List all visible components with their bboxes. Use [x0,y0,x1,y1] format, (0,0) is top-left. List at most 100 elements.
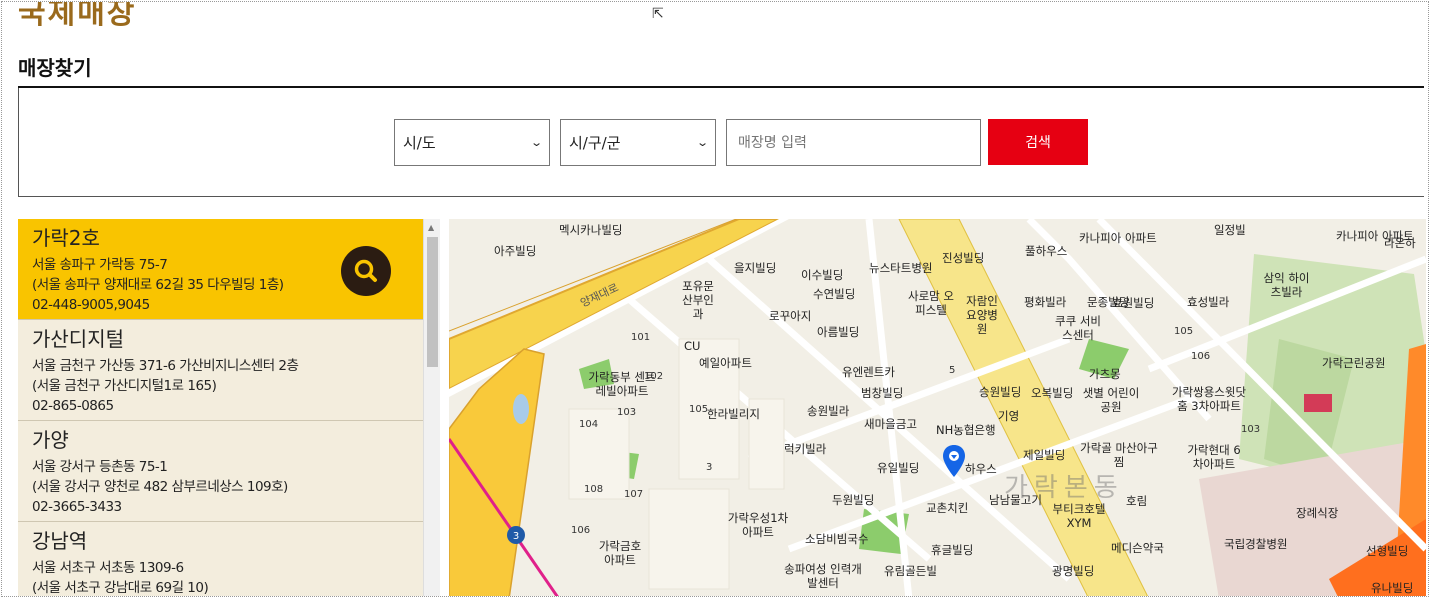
map-label: 예일아파트 [699,356,752,370]
map-block-number: 108 [584,484,604,495]
map-label: NH농협은행 [936,423,996,437]
map-label: 수연빌딩 [813,287,856,301]
map-block-number: 106 [571,525,591,536]
map-label: 두원빌딩 [832,493,875,507]
map-label: 가락골 마산아구찜 [1080,441,1158,469]
map-label: 라온하 [1384,236,1416,250]
map-label: CU [684,339,701,353]
map-label: 유일빌딩 [877,461,920,475]
map-block-number: 105 [689,404,709,415]
map-block-number: 103 [1241,424,1261,435]
store-map[interactable]: 3 양재대로 가락본동 멕시카나빌딩 아주빌딩 일정빌 카나피아 아파트 라온하… [449,219,1426,596]
gugun-select[interactable]: 시/구/군 ⌄ [560,119,716,166]
map-label: 효성빌라 [1187,295,1230,309]
map-label: 로꾸아지 [769,309,812,323]
map-block-number: 5 [949,365,956,376]
map-label: 유엔렌트카 [842,365,895,379]
map-label: 유림골든빌 [884,564,937,578]
map-label: 국립경찰병원 [1224,537,1288,551]
map-label: 오복빌딩 [1031,386,1074,400]
store-phone: 02-865-0865 [32,398,114,414]
map-label: 카나피아 아파트 [1079,231,1157,245]
map-label: 가락현대 6차아파트 [1187,443,1241,471]
map-label: 가락우성1차 아파트 [727,511,789,539]
map-block-number: 104 [579,419,599,430]
map-label: 부티크호텔 XYM [1052,502,1106,530]
store-list-scrollbar[interactable]: ▲ [423,219,440,596]
mouse-cursor-icon: ⇱ [652,6,664,22]
map-label: 송파여성 인력개발센터 [784,562,862,590]
store-phone: 02-448-9005,9045 [32,297,150,313]
map-label: 송원빌라 [807,404,850,418]
map-label: 자람인 요양병원 [966,294,998,336]
map-label: 효원빌딩 [1112,296,1155,310]
chevron-down-icon: ⌄ [529,136,543,149]
store-name: 가산디지털 [32,327,124,351]
store-address: 서울 강서구 등촌동 75-1 [32,459,168,475]
sido-select[interactable]: 시/도 ⌄ [394,119,550,166]
store-phone: 02-3665-3433 [32,499,122,515]
map-label: 가락금호 아파트 [598,539,642,567]
map-label: 선형빌딩 [1366,544,1409,558]
map-label: 아름빌딩 [817,325,860,339]
map-label: 광명빌딩 [1052,564,1095,578]
map-label: 을지빌딩 [734,261,777,275]
chevron-down-icon: ⌄ [695,136,709,149]
map-label: 풀하우스 [1025,244,1068,258]
map-label: 교촌치킨 [926,501,969,515]
search-panel: 시/도 ⌄ 시/구/군 ⌄ 검색 [18,88,1424,197]
map-label: 호림 [1126,494,1148,508]
magnifier-icon [354,259,377,282]
store-locate-button[interactable] [341,246,391,296]
map-block-number: 102 [644,371,664,382]
map-label: 삼익 하이츠빌라 [1263,271,1310,299]
map-label: 승원빌딩 [979,385,1022,399]
store-road-address: (서울 강서구 양천로 482 삼부르네상스 109호) [32,479,288,495]
store-name: 가양 [32,428,69,452]
map-block-number: 3 [706,462,713,473]
store-item[interactable]: 강남역 서울 서초구 서초동 1309-6 (서울 서초구 강남대로 69길 1… [18,522,423,596]
map-block-number: 103 [617,407,637,418]
store-list: 가락2호 서울 송파구 가락동 75-7 (서울 송파구 양재대로 62길 35… [18,219,423,596]
map-label: 럭키빌라 [784,442,827,456]
map-label: 쿠쿠 서비스센터 [1055,314,1101,342]
map-label: 메디슨약국 [1111,541,1164,555]
map-block-number: 105 [1174,326,1194,337]
page-frame: 국제매장 ⇱ 매장찾기 시/도 ⌄ 시/구/군 ⌄ 검색 가락2호 서울 송파구… [1,1,1429,597]
store-item[interactable]: 가양 서울 강서구 등촌동 75-1 (서울 강서구 양천로 482 삼부르네상… [18,421,423,522]
store-item[interactable]: 가산디지털 서울 금천구 가산동 371-6 가산비지니스센터 2층 (서울 금… [18,320,423,421]
map-label: 소담비빔국수 [805,532,869,546]
store-name: 강남역 [32,529,88,553]
map-label: 범창빌딩 [861,386,904,400]
search-button[interactable]: 검색 [988,119,1088,165]
map-label: 남남물고기 [989,493,1042,507]
svg-text:3: 3 [513,531,519,542]
page-title: 매장찾기 [18,56,92,80]
scroll-up-arrow-icon[interactable]: ▲ [428,223,434,232]
map-label: 제일빌딩 [1023,448,1066,462]
map-label: 포유문 산부인과 [682,279,714,321]
map-label: 뉴스타트병원 [869,261,933,275]
store-item[interactable]: 가락2호 서울 송파구 가락동 75-7 (서울 송파구 양재대로 62길 35… [18,219,423,320]
brand-logo: 국제매장 [18,1,137,31]
map-label: 가락근린공원 [1322,356,1386,370]
map-label: 휴글빌딩 [931,543,974,557]
scroll-thumb[interactable] [427,237,438,367]
gugun-select-value: 시/구/군 [569,134,621,152]
map-label: 사로맘 오피스텔 [908,289,954,317]
map-label: 일정빌 [1214,223,1246,237]
store-name-input[interactable] [726,119,981,166]
map-label: 진성빌딩 [942,251,985,265]
store-address: 서울 금천구 가산동 371-6 가산비지니스센터 2층 [32,358,299,374]
map-label: 샛별 어린이공원 [1082,386,1140,414]
map-label: 한라빌리지 [707,407,760,421]
map-block-number: 101 [631,332,651,343]
map-label: 장례식장 [1296,506,1339,520]
map-label: 하우스 [965,462,997,476]
map-label: 기영 [998,409,1020,423]
store-road-address: (서울 금천구 가산디지털1로 165) [32,378,217,394]
map-label: 유나빌딩 [1371,581,1414,595]
sido-select-value: 시/도 [403,134,436,152]
map-label: 이수빌딩 [801,268,844,282]
map-label: 평화빌라 [1024,295,1067,309]
